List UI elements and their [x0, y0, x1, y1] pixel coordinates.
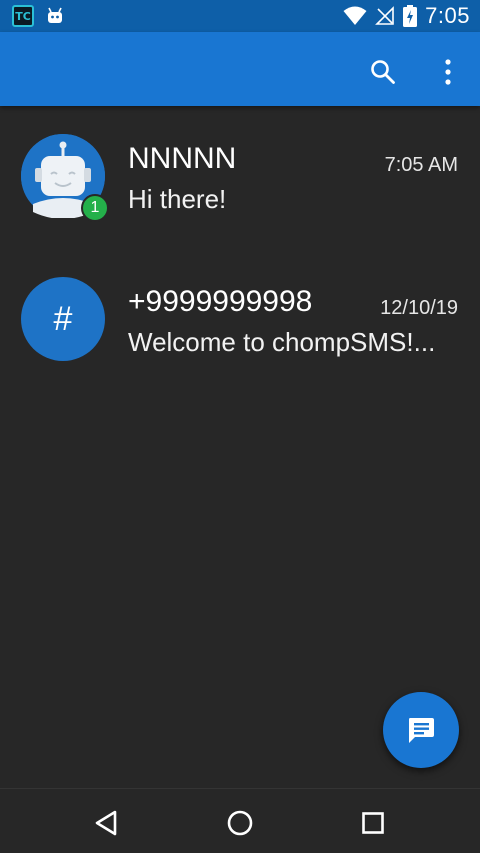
conversation-item[interactable]: # +9999999998 12/10/19 Welcome to chompS…: [0, 263, 480, 383]
contact-avatar: 1: [21, 134, 109, 222]
tc-app-icon: TC: [12, 5, 34, 27]
conversation-item[interactable]: 1 NNNNN 7:05 AM Hi there!: [0, 120, 480, 240]
more-options-button[interactable]: [430, 54, 466, 90]
back-icon: [95, 810, 117, 836]
status-bar: TC 7:05: [0, 0, 480, 32]
more-vert-icon: [445, 59, 451, 85]
search-icon: [371, 60, 395, 84]
hash-avatar-label: #: [53, 299, 73, 338]
back-button[interactable]: [86, 803, 126, 843]
wifi-icon: [343, 6, 367, 25]
navigation-bar: [0, 788, 480, 853]
battery-charging-icon: [403, 5, 418, 27]
home-button[interactable]: [220, 803, 260, 843]
app-bar: [0, 32, 480, 106]
message-icon: [409, 718, 434, 743]
contact-name: NNNNN: [128, 142, 237, 175]
tc-icon-label: TC: [15, 9, 31, 23]
no-signal-icon: [375, 6, 394, 25]
contact-avatar: #: [21, 277, 105, 361]
search-button[interactable]: [365, 54, 401, 90]
home-icon: [227, 810, 253, 836]
status-right-icons: 7:05: [343, 3, 470, 29]
compose-message-button[interactable]: [383, 692, 459, 768]
message-snippet: Welcome to chompSMS!...: [128, 327, 436, 357]
message-time: 7:05 AM: [384, 154, 458, 176]
unread-count-badge: 1: [81, 194, 109, 222]
recents-button[interactable]: [353, 803, 393, 843]
recents-icon: [362, 812, 384, 834]
android-notification-icon: [48, 7, 62, 23]
contact-name: +9999999998: [128, 285, 313, 318]
message-time: 12/10/19: [380, 297, 458, 319]
message-snippet: Hi there!: [128, 184, 227, 214]
status-left-icons: TC: [12, 5, 64, 27]
status-time: 7:05: [425, 3, 470, 28]
